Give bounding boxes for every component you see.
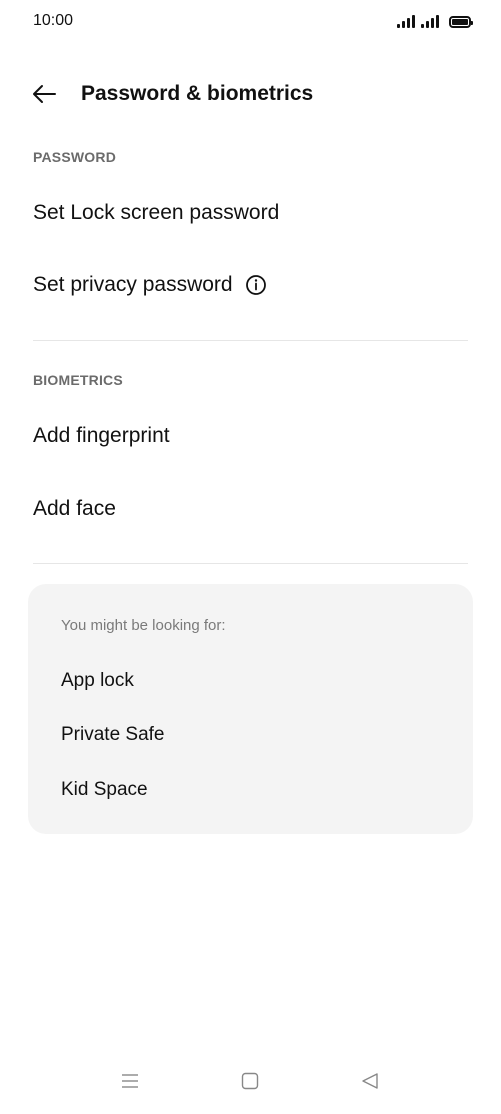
item-label: Set Lock screen password [33,201,280,224]
battery-icon [449,16,473,28]
suggestion-app-lock[interactable]: App lock [61,670,134,692]
home-square-icon [241,1072,259,1090]
back-triangle-icon [362,1073,378,1089]
divider [33,563,468,564]
back-button[interactable] [24,74,64,114]
set-lock-screen-password-item[interactable]: Set Lock screen password [0,181,501,245]
item-label: Set privacy password [33,273,233,296]
home-button[interactable] [230,1066,270,1096]
add-face-item[interactable]: Add face [0,477,501,541]
suggestions-card: You might be looking for: App lock Priva… [28,584,473,834]
arrow-left-icon [33,85,56,103]
status-bar: 10:00 [0,0,501,44]
menu-button[interactable] [110,1066,150,1096]
item-label: Add fingerprint [33,424,170,447]
status-icons [397,14,473,28]
navigation-bar [0,1054,501,1114]
item-label: Add face [33,497,116,520]
add-fingerprint-item[interactable]: Add fingerprint [0,404,501,468]
menu-icon [122,1074,138,1088]
section-label-biometrics: BIOMETRICS [33,372,123,388]
suggestions-heading: You might be looking for: [61,617,226,634]
signal-icon [421,14,439,28]
suggestion-private-safe[interactable]: Private Safe [61,724,165,746]
app-header: Password & biometrics [0,70,501,116]
status-time: 10:00 [33,12,74,29]
set-privacy-password-item[interactable]: Set privacy password [0,253,501,317]
section-label-password: PASSWORD [33,149,117,165]
info-icon[interactable] [245,274,267,296]
back-nav-button[interactable] [350,1066,390,1096]
divider [33,340,468,341]
signal-icon [397,14,415,28]
suggestion-kid-space[interactable]: Kid Space [61,779,148,801]
page-title: Password & biometrics [81,82,314,105]
